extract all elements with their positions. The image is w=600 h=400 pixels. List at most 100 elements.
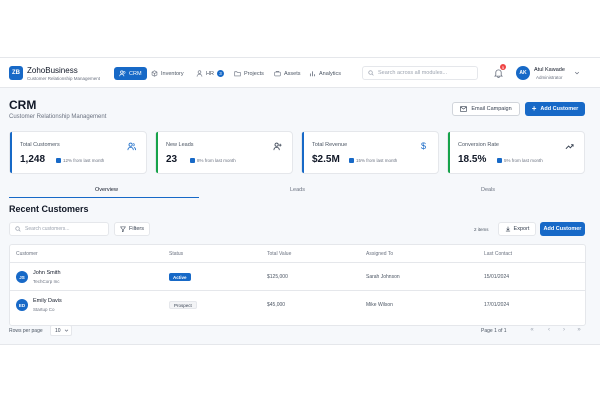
nav-item-assets[interactable]: Assets <box>274 67 301 80</box>
dollar-icon: $ <box>420 141 426 151</box>
user-name: Atul Kawade <box>534 67 565 73</box>
nav-item-hr[interactable]: HR 3 <box>196 67 224 80</box>
trend-up-icon <box>565 144 574 150</box>
customer-search[interactable] <box>9 222 109 236</box>
add-customer-label: Add Customer <box>540 106 579 112</box>
brand-logo: ZB <box>9 66 23 80</box>
stat-change-text: 15% from last month <box>356 158 398 163</box>
users-icon <box>127 142 136 151</box>
last-page-button[interactable]: » <box>575 326 583 334</box>
stat-change: 15% from last month <box>349 158 397 163</box>
customer-avatar: ED <box>16 299 28 311</box>
page-subtitle: Customer Relationship Management <box>9 114 107 120</box>
stat-change-text: 8% from last month <box>197 158 236 163</box>
card-accent <box>156 132 158 173</box>
column-header-customer[interactable]: Customer <box>16 251 38 257</box>
top-navigation: ZB ZohoBusiness Customer Relationship Ma… <box>0 58 600 88</box>
tab-deals[interactable]: Deals <box>481 187 495 193</box>
total-value: $45,000 <box>267 302 286 308</box>
nav-item-analytics[interactable]: Analytics <box>309 67 341 80</box>
last-contact: 15/01/2024 <box>484 274 510 280</box>
nav-label: Assets <box>284 70 301 77</box>
check-icon <box>497 158 502 163</box>
customer-search-input[interactable] <box>25 226 105 232</box>
page-title: CRM <box>9 98 37 112</box>
customer-name: Emily Davis <box>33 298 62 304</box>
user-avatar[interactable]: AK <box>516 66 530 80</box>
check-icon <box>349 158 354 163</box>
stat-change-text: 5% from last month <box>504 158 543 163</box>
filters-button[interactable]: Filters <box>114 222 150 236</box>
chevron-left-icon: ‹ <box>548 327 550 333</box>
filter-icon <box>120 226 126 232</box>
rows-per-page-select[interactable]: 10 <box>50 325 72 336</box>
column-header-assigned-to[interactable]: Assigned To <box>366 251 393 257</box>
brand-subtitle: Customer Relationship Management <box>27 76 101 81</box>
bar-chart-icon <box>309 71 316 77</box>
column-header-last-contact[interactable]: Last Contact <box>484 251 512 257</box>
tab-overview[interactable]: Overview <box>95 187 118 193</box>
status-badge: Prospect <box>169 301 197 309</box>
customers-table: Customer Status Total Value Assigned To … <box>9 244 586 326</box>
plus-icon: + <box>531 104 537 113</box>
customer-company: Startup Co <box>33 307 55 312</box>
download-icon <box>505 226 510 232</box>
nav-item-projects[interactable]: Projects <box>234 67 264 80</box>
user-role: Administrator <box>536 75 563 80</box>
nav-label: Analytics <box>319 70 342 77</box>
chevron-down-icon <box>64 329 68 332</box>
stat-change-text: 12% from last month <box>63 158 105 163</box>
chevrons-left-icon: « <box>530 327 534 333</box>
stat-change: 5% from last month <box>497 158 543 163</box>
prev-page-button[interactable]: ‹ <box>545 326 553 334</box>
stat-card-total-customers: Total Customers 1,248 12% from last mont… <box>9 131 147 174</box>
user-plus-icon <box>273 142 282 151</box>
nav-item-crm[interactable]: CRM <box>114 67 147 80</box>
last-contact: 17/01/2024 <box>484 302 510 308</box>
export-button[interactable]: Export <box>498 222 536 236</box>
stat-change: 8% from last month <box>190 158 236 163</box>
email-campaign-button[interactable]: Email Campaign <box>452 102 520 116</box>
nav-label: Projects <box>244 70 264 77</box>
column-header-status[interactable]: Status <box>169 251 183 257</box>
check-icon <box>56 158 61 163</box>
customer-company: TechCorp Inc <box>33 279 60 284</box>
export-label: Export <box>513 226 530 232</box>
customer-name: John Smith <box>33 270 61 276</box>
stat-value: 23 <box>166 154 178 165</box>
tab-leads[interactable]: Leads <box>290 187 305 193</box>
person-icon <box>196 70 203 77</box>
card-accent <box>10 132 12 173</box>
add-customer-table-button[interactable]: Add Customer <box>540 222 585 236</box>
nav-item-inventory[interactable]: Inventory <box>151 67 184 80</box>
app-window: ZB ZohoBusiness Customer Relationship Ma… <box>0 57 600 345</box>
mail-icon <box>460 106 468 112</box>
status-badge: Active <box>169 273 191 281</box>
section-title: Recent Customers <box>9 204 89 214</box>
global-search[interactable] <box>362 66 478 80</box>
active-tab-indicator <box>9 197 199 198</box>
column-header-total-value[interactable]: Total Value <box>267 251 291 257</box>
briefcase-icon <box>274 70 281 77</box>
hr-badge: 3 <box>216 70 224 77</box>
rows-per-page-label: Rows per page <box>9 328 43 334</box>
first-page-button[interactable]: « <box>528 326 536 334</box>
nav-label: Inventory <box>161 70 184 77</box>
chevron-down-icon[interactable] <box>574 70 580 76</box>
box-icon <box>151 70 158 77</box>
next-page-button[interactable]: › <box>560 326 568 334</box>
rows-per-page-value: 10 <box>55 327 61 334</box>
global-search-input[interactable] <box>378 70 474 76</box>
brand-name: ZohoBusiness <box>27 66 78 75</box>
card-accent <box>302 132 304 173</box>
table-row[interactable]: JS John Smith TechCorp Inc Active $125,0… <box>10 263 585 291</box>
table-row[interactable]: ED Emily Davis Startup Co Prospect $45,0… <box>10 291 585 319</box>
add-customer-label: Add Customer <box>543 226 582 232</box>
people-icon <box>119 70 126 77</box>
stat-value: $2.5M <box>312 154 340 165</box>
items-count: 2 items <box>474 227 489 232</box>
nav-label: CRM <box>129 70 142 77</box>
notification-badge: 5 <box>500 64 506 70</box>
stat-value: 1,248 <box>20 154 46 165</box>
add-customer-button[interactable]: + Add Customer <box>525 102 585 116</box>
